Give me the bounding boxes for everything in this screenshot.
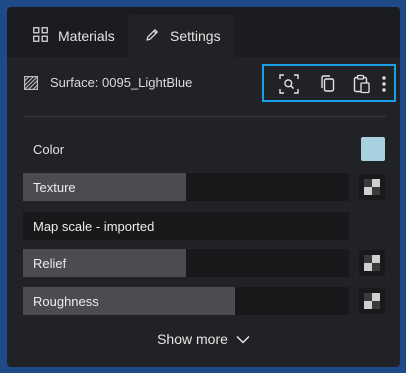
section-divider [23,116,386,117]
texture-label: Texture [33,180,76,195]
relief-map-button[interactable] [359,250,385,276]
surface-action-group [262,64,396,102]
tab-settings[interactable]: Settings [128,15,234,57]
checker-icon [364,255,380,271]
hatch-pattern-icon [24,76,39,91]
tab-materials-label: Materials [58,28,115,44]
material-settings-panel: Materials Settings Surface: 0095_LightBl… [7,7,400,367]
checker-icon [364,293,380,309]
surface-name: Surface: 0095_LightBlue [50,75,193,90]
roughness-map-button[interactable] [359,288,385,314]
relief-label: Relief [33,256,67,271]
grid-icon [33,27,48,45]
copy-icon[interactable] [319,74,337,94]
relief-slider[interactable]: Relief [23,249,349,277]
tab-settings-label: Settings [170,28,221,44]
show-more-label: Show more [157,331,228,347]
search-image-icon[interactable] [279,74,299,94]
texture-slider[interactable]: Texture [23,173,349,201]
checker-icon [364,179,380,195]
surface-header: Surface: 0095_LightBlue [7,63,400,103]
roughness-slider[interactable]: Roughness [23,287,349,315]
pencil-icon [144,27,160,46]
more-vertical-icon[interactable] [381,74,389,94]
paste-icon[interactable] [353,74,371,94]
map-scale-field[interactable]: Map scale - imported [23,212,349,240]
color-swatch[interactable] [361,137,385,161]
tab-materials[interactable]: Materials [33,15,115,57]
tab-bar: Materials Settings [7,7,400,57]
show-more-button[interactable]: Show more [7,327,400,351]
texture-map-button[interactable] [359,174,385,200]
color-label: Color [33,142,65,157]
roughness-label: Roughness [33,294,99,309]
map-scale-label: Map scale - imported [33,219,155,234]
chevron-down-icon [236,331,250,347]
